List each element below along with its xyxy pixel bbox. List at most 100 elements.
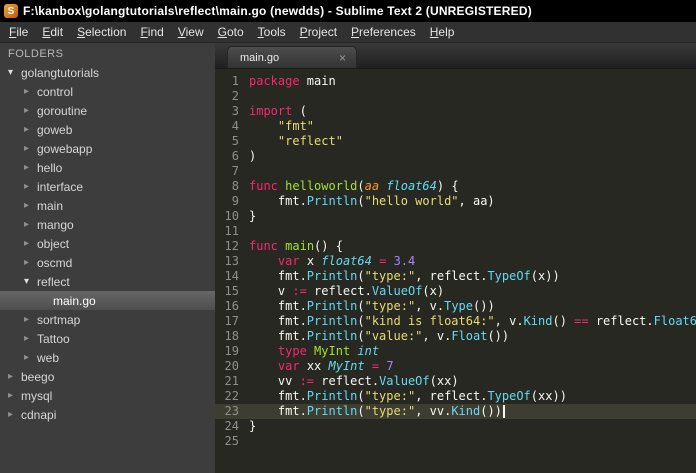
line-number: 20 <box>224 359 239 373</box>
code-line[interactable]: 11 <box>215 224 696 239</box>
folder-item-interface[interactable]: ▸ interface <box>0 177 215 196</box>
line-number: 14 <box>224 269 239 283</box>
code-text: fmt.Println("type:", vv.Kind()) <box>249 404 505 419</box>
menu-item-view[interactable]: View <box>171 23 211 41</box>
title-bar: S F:\kanbox\golangtutorials\reflect\main… <box>0 0 696 22</box>
chevron-down-icon: ▾ <box>24 276 30 287</box>
folder-item-goroutine[interactable]: ▸ goroutine <box>0 101 215 120</box>
code-line[interactable]: 1 package main <box>215 74 696 89</box>
code-text: ) <box>249 149 257 163</box>
folder-item-cdnapi[interactable]: ▸ cdnapi <box>0 405 215 424</box>
line-number: 16 <box>224 299 239 313</box>
menu-item-tools[interactable]: Tools <box>251 23 293 41</box>
menu-item-file[interactable]: File <box>2 23 35 41</box>
code-text: v := reflect.ValueOf(x) <box>249 284 445 298</box>
folder-item-gowebapp[interactable]: ▸ gowebapp <box>0 139 215 158</box>
chevron-down-icon: ▾ <box>8 67 14 78</box>
code-line[interactable]: 20 var xx MyInt = 7 <box>215 359 696 374</box>
sublime-icon: S <box>4 4 18 18</box>
tree-item-label: main <box>37 198 64 213</box>
code-line[interactable]: 10} <box>215 209 696 224</box>
main-area: FOLDERS ▾ golangtutorials ▸ control ▸ gorouti… <box>0 43 696 473</box>
folder-item-mysql[interactable]: ▸ mysql <box>0 386 215 405</box>
code-line[interactable]: 24} <box>215 419 696 434</box>
code-line[interactable]: 14 fmt.Println("type:", reflect.TypeOf(x… <box>215 269 696 284</box>
menu-item-find[interactable]: Find <box>133 23 170 41</box>
tree-item-label: gowebapp <box>37 141 93 156</box>
folder-item-oscmd[interactable]: ▸ oscmd <box>0 253 215 272</box>
code-line[interactable]: 3 import ( <box>215 104 696 119</box>
folder-item-control[interactable]: ▸ control <box>0 82 215 101</box>
sublime-text-window: S F:\kanbox\golangtutorials\reflect\main… <box>0 0 696 473</box>
menu-item-help[interactable]: Help <box>423 23 462 41</box>
code-line[interactable]: 23 fmt.Println("type:", vv.Kind()) <box>215 404 696 419</box>
code-text: fmt.Println("kind is float64:", v.Kind()… <box>249 314 696 328</box>
folder-item-main[interactable]: ▸ main <box>0 196 215 215</box>
code-text: var x float64 = 3.4 <box>277 254 416 268</box>
line-number: 2 <box>231 89 239 103</box>
code-line[interactable]: 22 fmt.Println("type:", reflect.TypeOf(x… <box>215 389 696 404</box>
chevron-right-icon: ▸ <box>24 257 30 268</box>
folder-item-beego[interactable]: ▸ beego <box>0 367 215 386</box>
line-number: 21 <box>224 374 239 388</box>
line-number: 1 <box>231 74 239 88</box>
code-line[interactable]: 5 "reflect" <box>215 134 696 149</box>
chevron-right-icon: ▸ <box>24 200 30 211</box>
menu-item-preferences[interactable]: Preferences <box>344 23 423 41</box>
code-line[interactable]: 18 fmt.Println("value:", v.Float()) <box>215 329 696 344</box>
code-line[interactable]: 25 <box>215 434 696 449</box>
line-number: 15 <box>224 284 239 298</box>
code-line[interactable]: 21 vv := reflect.ValueOf(xx) <box>215 374 696 389</box>
tree-item-label: golangtutorials <box>21 65 100 80</box>
folder-item-tattoo[interactable]: ▸ Tattoo <box>0 329 215 348</box>
editor-column: main.go × 1 package main 2 3 import (4 "fmt" 5… <box>215 43 696 473</box>
tree-item-label: main.go <box>53 293 96 308</box>
line-number: 10 <box>224 209 239 223</box>
tree-item-label: goroutine <box>37 103 88 118</box>
folder-item-golangtutorials[interactable]: ▾ golangtutorials <box>0 63 215 82</box>
code-text: } <box>249 209 257 223</box>
code-line[interactable]: 12 func main() { <box>215 239 696 254</box>
menu-item-goto[interactable]: Goto <box>211 23 251 41</box>
code-line[interactable]: 7 <box>215 164 696 179</box>
folder-item-reflect[interactable]: ▾ reflect <box>0 272 215 291</box>
close-icon[interactable]: × <box>339 51 346 65</box>
chevron-right-icon: ▸ <box>8 409 14 420</box>
tree-item-label: object <box>37 236 70 251</box>
editor[interactable]: 1 package main 2 3 import (4 "fmt" 5 "reflect… <box>215 69 696 473</box>
folder-item-web[interactable]: ▸ web <box>0 348 215 367</box>
code-line[interactable]: 13 var x float64 = 3.4 <box>215 254 696 269</box>
folder-item-hello[interactable]: ▸ hello <box>0 158 215 177</box>
chevron-right-icon: ▸ <box>8 371 14 382</box>
code-line[interactable]: 19 type MyInt int <box>215 344 696 359</box>
code-line[interactable]: 4 "fmt" <box>215 119 696 134</box>
code-line[interactable]: 16 fmt.Println("type:", v.Type()) <box>215 299 696 314</box>
menu-item-project[interactable]: Project <box>293 23 344 41</box>
line-number: 6 <box>231 149 239 163</box>
code-line[interactable]: 6) <box>215 149 696 164</box>
folder-item-goweb[interactable]: ▸ goweb <box>0 120 215 139</box>
code-line[interactable]: 15 v := reflect.ValueOf(x) <box>215 284 696 299</box>
tree-item-label: reflect <box>37 274 70 289</box>
folder-item-sortmap[interactable]: ▸ sortmap <box>0 310 215 329</box>
line-number: 7 <box>231 164 239 178</box>
code-line[interactable]: 2 <box>215 89 696 104</box>
code-line[interactable]: 9 fmt.Println("hello world", aa) <box>215 194 696 209</box>
text-cursor <box>502 405 505 418</box>
file-item-main-go[interactable]: main.go <box>0 291 215 310</box>
line-number: 13 <box>224 254 239 268</box>
folder-item-object[interactable]: ▸ object <box>0 234 215 253</box>
chevron-right-icon: ▸ <box>24 333 30 344</box>
folder-item-mango[interactable]: ▸ mango <box>0 215 215 234</box>
code-text: fmt.Println("value:", v.Float()) <box>249 329 510 343</box>
tab-main-go[interactable]: main.go × <box>227 46 357 68</box>
code-text: var xx MyInt = 7 <box>277 359 394 373</box>
menu-bar: File Edit Selection Find View Goto Tools Projec… <box>0 22 696 43</box>
code-line[interactable]: 17 fmt.Println("kind is float64:", v.Kin… <box>215 314 696 329</box>
code-line[interactable]: 8 func helloworld(aa float64) { <box>215 179 696 194</box>
folders-header: FOLDERS <box>8 48 64 60</box>
menu-item-edit[interactable]: Edit <box>35 23 70 41</box>
tree-item-label: mango <box>37 217 74 232</box>
menu-item-selection[interactable]: Selection <box>70 23 133 41</box>
line-number: 4 <box>231 119 239 133</box>
